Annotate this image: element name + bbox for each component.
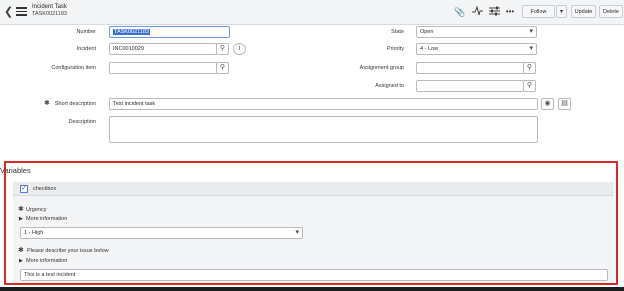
assignment-group-field[interactable] [416, 62, 524, 74]
highlight-outline [4, 161, 618, 285]
priority-select[interactable]: 4 - Low [416, 43, 537, 55]
incident-field[interactable]: INC0010029 [109, 43, 217, 55]
delete-button[interactable]: Delete [599, 5, 623, 18]
follow-dropdown-button[interactable]: ▾ [556, 5, 567, 18]
state-label: State [391, 29, 404, 35]
priority-label: Priority [386, 46, 404, 52]
back-icon[interactable]: ❮ [4, 6, 13, 18]
configuration-item-field[interactable] [109, 62, 217, 74]
short-description-label: Short description [54, 101, 96, 107]
lightbulb-icon[interactable]: ◉ [541, 98, 554, 110]
form-header: ❮ Incident Task TASK0021183 📎 ••• Follow… [0, 0, 624, 25]
record-type-title: Incident Task [32, 4, 67, 10]
update-button[interactable]: Update [571, 5, 596, 18]
number-value: TASK0021183 [113, 29, 150, 35]
assigned-to-field[interactable] [416, 80, 524, 92]
assigned-to-label: Assigned to [375, 83, 404, 89]
number-label: Number [76, 29, 96, 35]
record-number-subtitle: TASK0021183 [32, 11, 67, 17]
activity-icon[interactable] [471, 5, 483, 18]
hamburger-menu-icon[interactable] [16, 7, 27, 16]
chevron-down-icon: ▾ [559, 9, 563, 15]
more-icon[interactable]: ••• [504, 6, 516, 18]
description-label: Description [68, 119, 96, 125]
assignment-group-label: Assignment group [359, 65, 404, 71]
mandatory-icon: ✱ [44, 100, 50, 107]
settings-sliders-icon[interactable] [488, 6, 500, 18]
configuration-item-search-icon[interactable]: ⚲ [216, 62, 229, 74]
assigned-to-search-icon[interactable]: ⚲ [523, 80, 536, 92]
incident-info-icon[interactable]: i [233, 43, 246, 55]
configuration-item-label: Configuration item [51, 65, 96, 71]
follow-button[interactable]: Follow [522, 5, 555, 18]
short-description-field[interactable]: Test incident task [109, 98, 538, 110]
state-select[interactable]: Open [416, 26, 537, 38]
description-textarea[interactable] [109, 116, 538, 143]
template-icon[interactable]: ▤ [558, 98, 571, 110]
incident-label: Incident [76, 46, 96, 52]
number-field[interactable]: TASK0021183 [109, 26, 230, 38]
assignment-group-search-icon[interactable]: ⚲ [523, 62, 536, 74]
incident-search-icon[interactable]: ⚲ [216, 43, 229, 55]
paperclip-icon[interactable]: 📎 [454, 6, 466, 18]
bottom-bar [0, 287, 624, 291]
